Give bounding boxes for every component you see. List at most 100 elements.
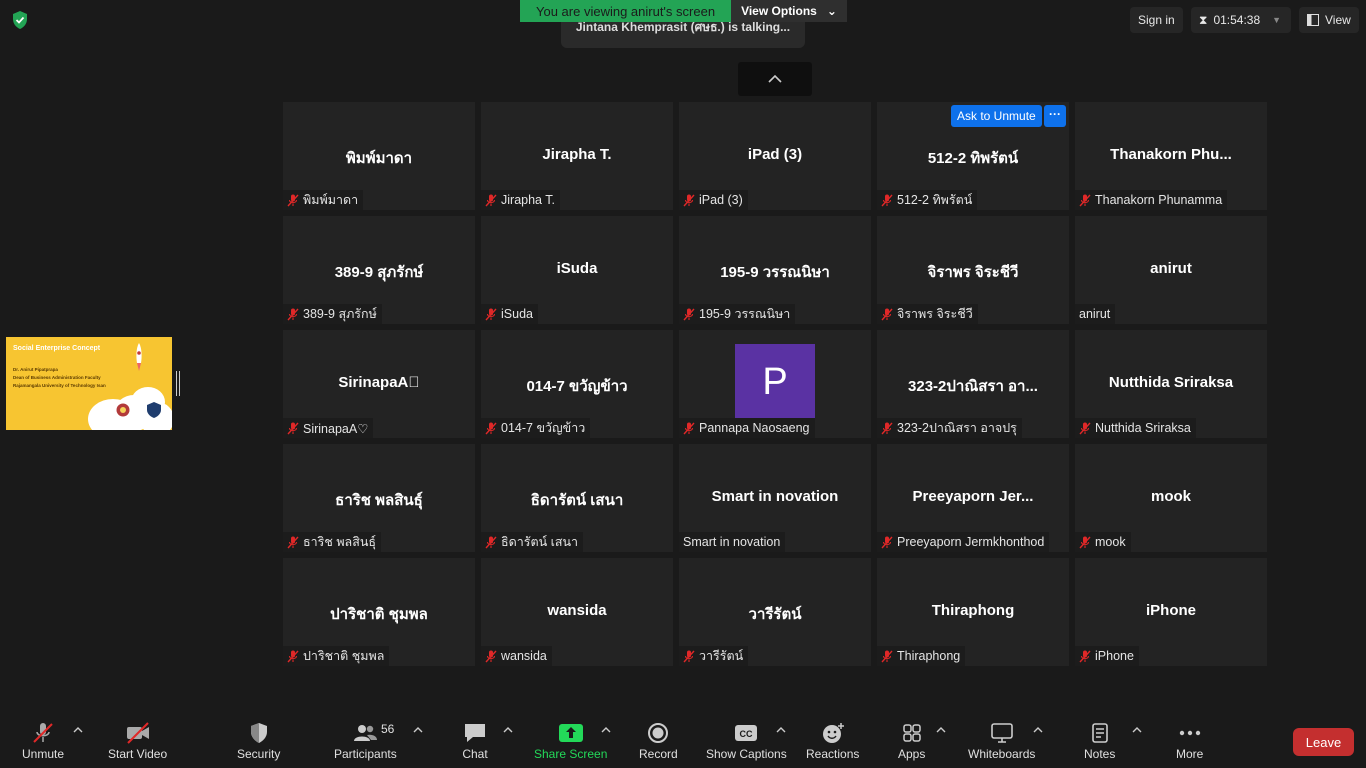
participant-tile[interactable]: ธาริช พลสินธุ์ ธาริช พลสินธุ์: [283, 444, 475, 552]
share-screen-label: Share Screen: [534, 747, 608, 761]
ask-to-unmute-button[interactable]: Ask to Unmute: [951, 105, 1042, 127]
audio-options-caret-icon[interactable]: [73, 726, 83, 734]
participant-name-label: ปาริชาติ ชุมพล: [283, 646, 390, 666]
participant-name-text: mook: [1095, 535, 1126, 549]
participant-display-name: SirinapaA􀀀: [338, 374, 420, 391]
sign-in-button[interactable]: Sign in: [1130, 7, 1183, 33]
reactions-button[interactable]: Reactions: [806, 722, 859, 766]
mic-muted-icon: [881, 308, 893, 320]
participant-name-text: Thiraphong: [897, 649, 961, 663]
participant-name-text: Thanakorn Phunamma: [1095, 193, 1223, 207]
record-button[interactable]: Record: [639, 722, 678, 766]
notes-button[interactable]: Notes: [1084, 722, 1115, 766]
view-options-button[interactable]: View Options ⌄: [731, 0, 847, 22]
participant-tile[interactable]: วารีรัตน์ วารีรัตน์: [679, 558, 871, 666]
participant-display-name: iPhone: [1145, 602, 1196, 619]
participant-name-label: iPad (3): [679, 190, 748, 210]
participant-tile[interactable]: iSuda iSuda: [481, 216, 673, 324]
participant-tile[interactable]: 014-7 ขวัญข้าว 014-7 ขวัญข้าว: [481, 330, 673, 438]
share-screen-button[interactable]: Share Screen: [534, 722, 607, 766]
show-captions-button[interactable]: CC Show Captions: [706, 722, 787, 766]
participant-name-label: 512-2 ทิพรัตน์: [877, 190, 978, 210]
notes-icon: [1091, 723, 1108, 743]
participant-name-text: anirut: [1079, 307, 1111, 321]
participant-name-text: iPad (3): [699, 193, 743, 207]
participant-tile[interactable]: Nutthida Sriraksa Nutthida Sriraksa: [1075, 330, 1267, 438]
mic-muted-icon: [485, 308, 497, 320]
whiteboards-options-caret-icon[interactable]: [1033, 726, 1043, 734]
mic-muted-icon: [1079, 194, 1091, 206]
security-button[interactable]: Security: [237, 722, 280, 766]
apps-button[interactable]: Apps: [898, 722, 925, 766]
more-options-button[interactable]: ···: [1044, 105, 1066, 127]
start-video-button[interactable]: Start Video: [108, 722, 167, 766]
participants-options-caret-icon[interactable]: [413, 726, 423, 734]
mic-muted-icon: [287, 308, 299, 320]
participant-display-name: iPad (3): [747, 146, 803, 163]
collapse-gallery-button[interactable]: [738, 62, 812, 96]
captions-options-caret-icon[interactable]: [776, 726, 786, 734]
notes-options-caret-icon[interactable]: [1132, 726, 1142, 734]
participant-name-label: Smart in novation: [679, 532, 786, 552]
participant-tile[interactable]: 195-9 วรรณนิษา 195-9 วรรณนิษา: [679, 216, 871, 324]
apps-options-caret-icon[interactable]: [936, 726, 946, 734]
slide-title: Social Enterprise Concept: [13, 345, 101, 352]
chat-options-caret-icon[interactable]: [503, 726, 513, 734]
participant-name-label: iPhone: [1075, 646, 1139, 666]
mic-muted-icon: [485, 650, 497, 662]
participant-display-name: 389-9 สุภรักษ์: [334, 264, 424, 281]
slide-line-2: Dean of Business Administration Faculty: [13, 375, 101, 380]
participant-display-name: Preeyaporn Jer...: [912, 488, 1034, 505]
participant-tile[interactable]: Jirapha T. Jirapha T.: [481, 102, 673, 210]
participant-tile[interactable]: iPad (3) iPad (3): [679, 102, 871, 210]
participant-tile[interactable]: anirut anirut: [1075, 216, 1267, 324]
leave-button[interactable]: Leave: [1293, 728, 1354, 756]
participant-tile[interactable]: 323-2ปาณิสรา อา... 323-2ปาณิสรา อาจปรุ: [877, 330, 1069, 438]
meeting-timer[interactable]: ⧗ 01:54:38 ▼: [1191, 7, 1291, 33]
participant-tile[interactable]: Thiraphong Thiraphong: [877, 558, 1069, 666]
participant-name-label: Jirapha T.: [481, 190, 560, 210]
participant-tile[interactable]: 389-9 สุภรักษ์ 389-9 สุภรักษ์: [283, 216, 475, 324]
participant-name-label: 389-9 สุภรักษ์: [283, 304, 382, 324]
participant-name-label: 195-9 วรรณนิษา: [679, 304, 796, 324]
more-button[interactable]: More: [1176, 722, 1203, 766]
chat-label: Chat: [462, 747, 488, 761]
participant-tile[interactable]: SirinapaA􀀀 SirinapaA♡: [283, 330, 475, 438]
participant-display-name: iSuda: [556, 260, 598, 277]
participant-name-text: ธิดารัตน์ เสนา: [501, 535, 579, 549]
participant-tile[interactable]: mook mook: [1075, 444, 1267, 552]
participant-display-name: anirut: [1150, 260, 1192, 277]
participant-tile[interactable]: ธิดารัตน์ เสนา ธิดารัตน์ เสนา: [481, 444, 673, 552]
participant-tile[interactable]: จิราพร จิระชีวี จิราพร จิระชีวี: [877, 216, 1069, 324]
mic-muted-icon: [287, 650, 299, 662]
participant-tile[interactable]: P Pannapa Naosaeng: [679, 330, 871, 438]
participant-tile[interactable]: wansida wansida: [481, 558, 673, 666]
participant-name-text: 014-7 ขวัญข้าว: [501, 421, 586, 435]
participant-display-name: Thiraphong: [931, 602, 1015, 619]
panel-resize-handle[interactable]: [176, 371, 180, 396]
participant-tile[interactable]: Preeyaporn Jer... Preeyaporn Jermkhonthod: [877, 444, 1069, 552]
shared-screen-thumbnail[interactable]: Social Enterprise Concept Dr. Anirut Pip…: [6, 337, 172, 430]
whiteboards-button[interactable]: Whiteboards: [968, 722, 1035, 766]
timer-value: 01:54:38: [1213, 13, 1261, 27]
participant-tile[interactable]: iPhone iPhone: [1075, 558, 1267, 666]
participant-name-label: anirut: [1075, 304, 1116, 324]
participant-tile[interactable]: ปาริชาติ ชุมพล ปาริชาติ ชุมพล: [283, 558, 475, 666]
slide-line-3: Rajamangala University of Technology Isa…: [13, 383, 106, 388]
participant-display-name: wansida: [547, 602, 607, 619]
participant-name-text: Pannapa Naosaeng: [699, 421, 810, 435]
participant-tile[interactable]: Thanakorn Phu... Thanakorn Phunamma: [1075, 102, 1267, 210]
share-options-caret-icon[interactable]: [601, 726, 611, 734]
participant-tile[interactable]: พิมพ์มาดา พิมพ์มาดา: [283, 102, 475, 210]
share-screen-arrow-icon: [558, 724, 583, 742]
mic-muted-icon: [1079, 536, 1091, 548]
participant-name-text: 323-2ปาณิสรา อาจปรุ: [897, 421, 1017, 435]
unmute-button[interactable]: Unmute: [22, 722, 64, 766]
view-button[interactable]: View: [1299, 7, 1359, 33]
chat-button[interactable]: Chat: [462, 722, 488, 766]
participants-icon: [354, 725, 378, 741]
encryption-shield-icon[interactable]: [10, 10, 30, 30]
chevron-up-icon: [768, 74, 782, 83]
participant-name-text: ธาริช พลสินธุ์: [303, 535, 377, 549]
participant-tile[interactable]: Smart in novation Smart in novation: [679, 444, 871, 552]
